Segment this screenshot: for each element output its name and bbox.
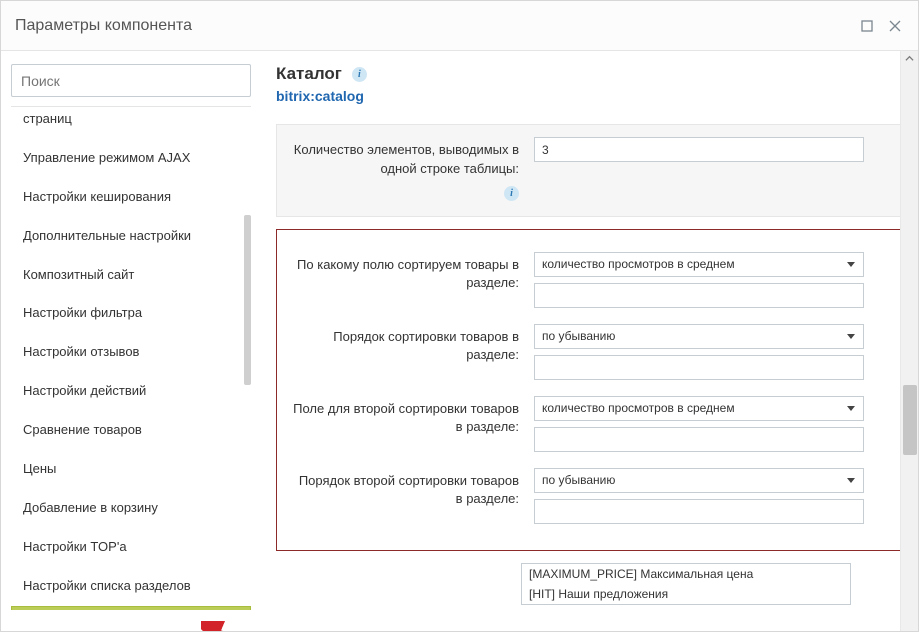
main-scrollbar-thumb[interactable]: [903, 385, 917, 455]
dialog-title: Параметры компонента: [15, 17, 192, 35]
sidebar-nav: страниц Управление режимом AJAX Настройк…: [11, 107, 251, 610]
sort-field-1-select[interactable]: количество просмотров в среднем: [534, 252, 864, 277]
sort-field-1-extra[interactable]: [534, 283, 864, 308]
sidebar-scrollbar-thumb[interactable]: [244, 215, 251, 385]
sort-order-1-extra[interactable]: [534, 355, 864, 380]
sort-field-2-extra[interactable]: [534, 427, 864, 452]
close-icon: [889, 20, 901, 32]
sort-order-2-select[interactable]: по убыванию: [534, 468, 864, 493]
param-label: Количество элементов, выводимых в одной …: [289, 137, 519, 202]
maximize-icon: [861, 20, 873, 32]
sidebar-item[interactable]: Управление режимом AJAX: [11, 139, 251, 178]
param-label: По какому полю сортируем товары в раздел…: [289, 252, 519, 308]
param-count-per-row: Количество элементов, выводимых в одной …: [276, 124, 908, 217]
sidebar-item[interactable]: Композитный сайт: [11, 256, 251, 295]
sidebar-scrollbar[interactable]: [243, 107, 251, 610]
sidebar-item-active[interactable]: Настройки списка: [11, 606, 251, 610]
sidebar-item[interactable]: Настройки отзывов: [11, 333, 251, 372]
chevron-up-icon: [905, 54, 914, 63]
sidebar-item[interactable]: Настройки кеширования: [11, 178, 251, 217]
sidebar-item[interactable]: Цены: [11, 450, 251, 489]
info-icon[interactable]: i: [352, 67, 367, 82]
sidebar-item[interactable]: Настройки действий: [11, 372, 251, 411]
param-label: Порядок сортировки товаров в разделе:: [289, 324, 519, 380]
param-label: Порядок второй сортировки товаров в разд…: [289, 468, 519, 524]
sidebar-item[interactable]: Дополнительные настройки: [11, 217, 251, 256]
property-multiselect[interactable]: [MAXIMUM_PRICE] Максимальная цена [HIT] …: [521, 563, 851, 605]
sidebar-item-partial[interactable]: страниц: [11, 107, 251, 139]
list-item[interactable]: [HIT] Наши предложения: [522, 584, 850, 604]
param-sort-block: По какому полю сортируем товары в раздел…: [276, 229, 908, 551]
maximize-button[interactable]: [858, 17, 876, 35]
component-id: bitrix:catalog: [276, 88, 908, 104]
param-label: Поле для второй сортировки товаров в раз…: [289, 396, 519, 452]
scroll-up-button[interactable]: [901, 51, 918, 67]
sidebar-item[interactable]: Настройки фильтра: [11, 294, 251, 333]
sort-order-2-extra[interactable]: [534, 499, 864, 524]
count-per-row-input[interactable]: [534, 137, 864, 162]
close-button[interactable]: [886, 17, 904, 35]
sidebar-item[interactable]: Сравнение товаров: [11, 411, 251, 450]
sort-order-1-select[interactable]: по убыванию: [534, 324, 864, 349]
sidebar-item[interactable]: Настройки списка разделов: [11, 567, 251, 606]
component-title: Каталог: [276, 64, 342, 84]
dialog-titlebar: Параметры компонента: [1, 1, 918, 51]
sort-field-2-select[interactable]: количество просмотров в среднем: [534, 396, 864, 421]
info-icon[interactable]: i: [504, 186, 519, 201]
main-scrollbar[interactable]: [900, 51, 918, 631]
list-item[interactable]: [MAXIMUM_PRICE] Максимальная цена: [522, 564, 850, 584]
sidebar-item[interactable]: Настройки TOP'а: [11, 528, 251, 567]
search-input[interactable]: [11, 64, 251, 97]
sidebar-item[interactable]: Добавление в корзину: [11, 489, 251, 528]
